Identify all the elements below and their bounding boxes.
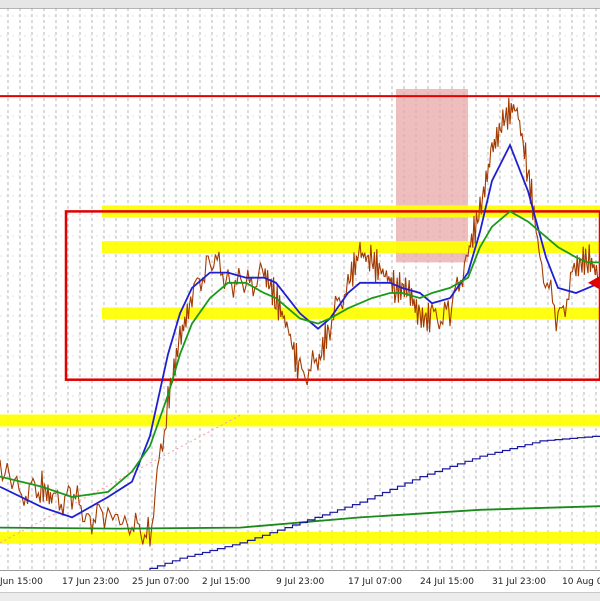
support-band bbox=[102, 241, 600, 254]
series-line-fast-moving-average bbox=[0, 142, 600, 519]
vertical-grid bbox=[7, 8, 597, 570]
x-tick-label: 17 Jun 23:00 bbox=[62, 577, 120, 587]
x-tick-label: 25 Jun 07:00 bbox=[132, 577, 190, 587]
series-lines bbox=[0, 97, 600, 570]
shaded-region bbox=[396, 89, 468, 263]
arrow-layer bbox=[588, 275, 600, 290]
annotation-arrow bbox=[588, 275, 600, 290]
x-tick-label: Jun 15:00 bbox=[0, 577, 43, 587]
support-band bbox=[102, 307, 600, 320]
price-chart[interactable] bbox=[0, 8, 600, 570]
shaded-region-layer bbox=[396, 89, 468, 263]
support-band bbox=[0, 414, 600, 427]
x-tick-label: 17 Jul 07:00 bbox=[348, 577, 402, 587]
support-band bbox=[0, 531, 600, 544]
x-tick-label: 24 Jul 15:00 bbox=[420, 577, 474, 587]
x-tick-label: 31 Jul 23:00 bbox=[492, 577, 546, 587]
series-line-slow-moving-average bbox=[0, 210, 600, 498]
series-line-stepped-moving-average bbox=[149, 435, 600, 570]
chart-window: Jun 15:00 17 Jun 23:00 25 Jun 07:00 2 Jul 1… bbox=[0, 0, 600, 601]
series-line-price bbox=[0, 97, 600, 547]
red-box-layer bbox=[0, 95, 600, 381]
x-tick-label: 2 Jul 15:00 bbox=[202, 577, 251, 587]
range-box bbox=[64, 210, 600, 381]
x-tick-label: 9 Jul 23:00 bbox=[276, 577, 325, 587]
x-tick-label: 10 Aug 07 bbox=[562, 577, 600, 587]
